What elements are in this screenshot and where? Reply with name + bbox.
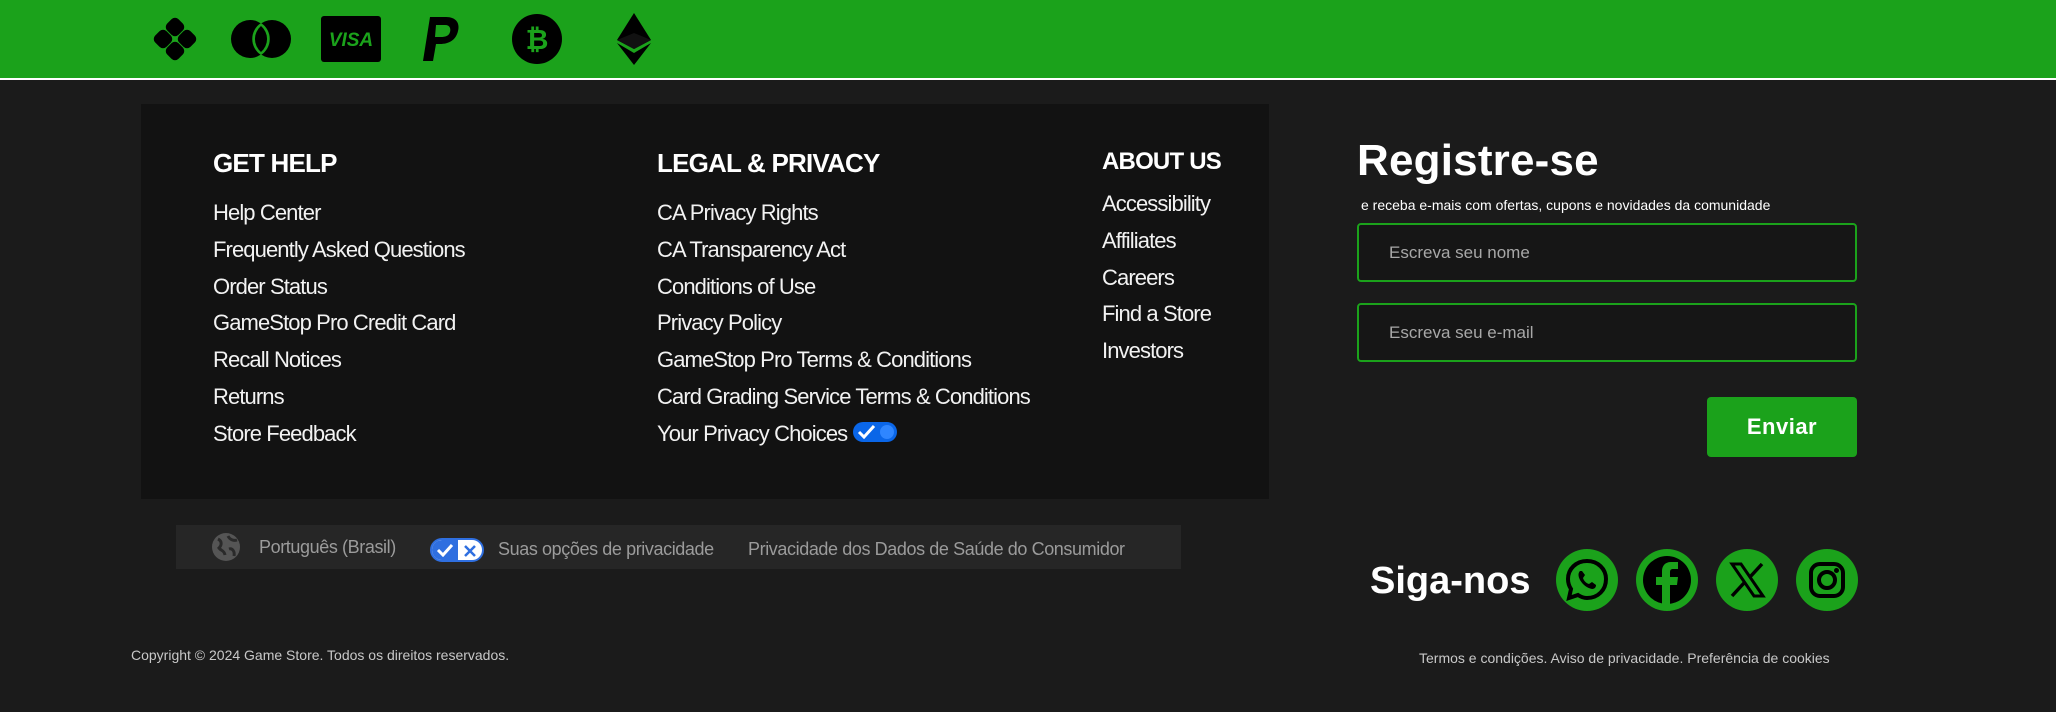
facebook-icon[interactable] <box>1636 549 1698 611</box>
get-help-column: GET HELP Help Center Frequently Asked Qu… <box>213 148 466 453</box>
register-subtitle: e receba e-mais com ofertas, cupons e no… <box>1361 197 1771 213</box>
link-careers[interactable]: Careers <box>1102 260 1221 297</box>
follow-us-title: Siga-nos <box>1370 560 1531 602</box>
link-help-center[interactable]: Help Center <box>213 195 465 232</box>
link-find-a-store[interactable]: Find a Store <box>1102 296 1221 333</box>
about-us-heading: ABOUT US <box>1102 148 1222 175</box>
visa-icon: VISA <box>320 14 382 64</box>
submit-button[interactable]: Enviar <box>1707 397 1857 457</box>
get-help-heading: GET HELP <box>213 148 337 178</box>
link-pro-terms[interactable]: GameStop Pro Terms & Conditions <box>657 342 1030 379</box>
link-affiliates[interactable]: Affiliates <box>1102 223 1221 260</box>
link-faq[interactable]: Frequently Asked Questions <box>213 232 466 269</box>
link-ca-privacy-rights[interactable]: CA Privacy Rights <box>657 195 1030 232</box>
footer-links-panel: GET HELP Help Center Frequently Asked Qu… <box>141 104 1269 499</box>
privacy-notice-link[interactable]: Aviso de privacidade. <box>1551 650 1684 666</box>
x-icon[interactable] <box>1716 549 1778 611</box>
privacy-choices-label: Your Privacy Choices <box>657 420 848 446</box>
paypal-icon <box>418 14 466 64</box>
privacy-choices-toggle-icon <box>853 421 898 442</box>
health-data-privacy-link[interactable]: Privacidade dos Dados de Saúde do Consum… <box>748 539 1125 560</box>
link-card-grading-terms[interactable]: Card Grading Service Terms & Conditions <box>657 379 1031 416</box>
bitcoin-icon: ₿ <box>511 14 563 64</box>
name-input[interactable] <box>1357 223 1857 282</box>
about-us-column: ABOUT US Accessibility Affiliates Career… <box>1102 148 1222 370</box>
svg-text:₿: ₿ <box>526 23 549 56</box>
cookie-preferences-link[interactable]: Preferência de cookies <box>1687 650 1829 666</box>
link-accessibility[interactable]: Accessibility <box>1102 186 1221 223</box>
link-pro-credit-card[interactable]: GameStop Pro Credit Card <box>213 305 465 342</box>
link-privacy-policy[interactable]: Privacy Policy <box>657 305 1030 342</box>
mastercard-icon <box>229 14 293 64</box>
link-store-feedback[interactable]: Store Feedback <box>213 416 465 453</box>
privacy-options-toggle-icon <box>430 538 484 562</box>
register-title: Registre-se <box>1357 136 1599 185</box>
link-investors[interactable]: Investors <box>1102 333 1221 370</box>
privacy-options-link[interactable]: Suas opções de privacidade <box>498 539 714 560</box>
language-selector[interactable]: Português (Brasil) <box>259 537 396 558</box>
link-returns[interactable]: Returns <box>213 379 465 416</box>
link-your-privacy-choices[interactable]: Your Privacy Choices <box>657 416 1030 453</box>
visa-label: VISA <box>329 30 373 51</box>
link-ca-transparency-act[interactable]: CA Transparency Act <box>657 232 1030 269</box>
link-recall-notices[interactable]: Recall Notices <box>213 342 465 379</box>
ethereum-icon <box>616 13 652 65</box>
email-input[interactable] <box>1357 303 1857 362</box>
legal-privacy-heading: LEGAL & PRIVACY <box>657 148 880 178</box>
card-network-icon <box>152 14 198 64</box>
globe-icon <box>210 531 242 568</box>
legal-links: Termos e condições. Aviso de privacidade… <box>1419 650 1830 666</box>
link-conditions-of-use[interactable]: Conditions of Use <box>657 269 1030 306</box>
terms-link[interactable]: Termos e condições. <box>1419 650 1547 666</box>
copyright-text: Copyright © 2024 Game Store. Todos os di… <box>131 647 510 663</box>
whatsapp-icon[interactable] <box>1556 549 1618 611</box>
privacy-options-strip: Português (Brasil) Suas opções de privac… <box>176 525 1181 569</box>
legal-privacy-column: LEGAL & PRIVACY CA Privacy Rights CA Tra… <box>657 148 1031 453</box>
link-order-status[interactable]: Order Status <box>213 269 465 306</box>
instagram-icon[interactable] <box>1796 549 1858 611</box>
payment-methods-bar: VISA ₿ <box>0 0 2056 80</box>
